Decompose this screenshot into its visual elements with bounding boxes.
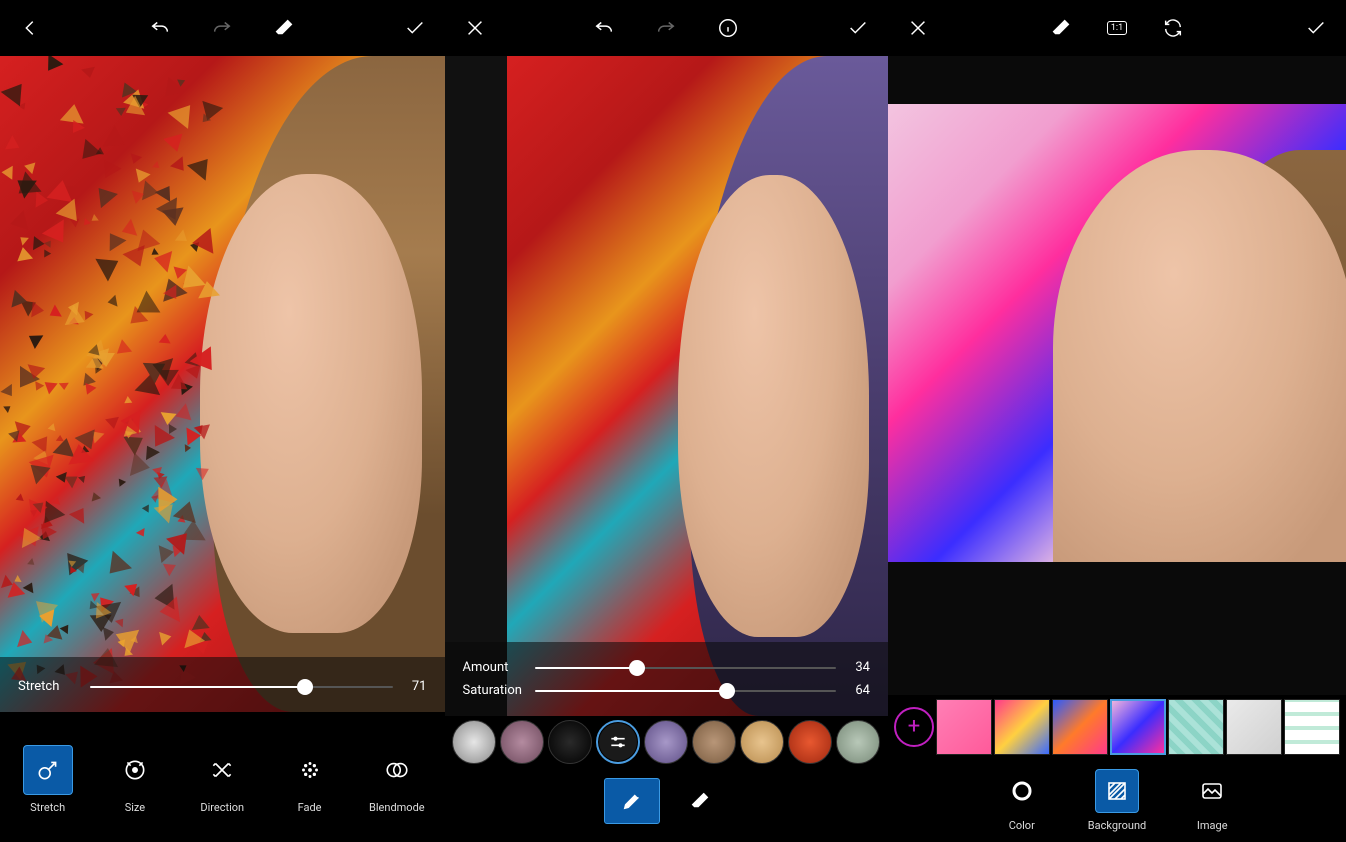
- tool-label: Image: [1197, 819, 1228, 832]
- slider-thumb[interactable]: [629, 660, 645, 676]
- tool-direction[interactable]: Direction: [179, 745, 265, 814]
- image-icon: [1190, 769, 1234, 813]
- stretch-label: Stretch: [18, 679, 78, 694]
- tool-fade[interactable]: Fade: [267, 745, 353, 814]
- background-thumbnail-strip: +: [888, 695, 1346, 759]
- brush-erase-row: [445, 768, 889, 842]
- direction-icon: [197, 745, 247, 795]
- swatch-gold[interactable]: [740, 720, 784, 764]
- tool-label: Direction: [200, 801, 244, 814]
- tool-image[interactable]: Image: [1190, 769, 1234, 832]
- saturation-value: 64: [848, 683, 870, 698]
- bottom-toolbar: Color Background Image: [888, 759, 1346, 842]
- blendmode-icon: [372, 745, 422, 795]
- brush-button[interactable]: [604, 778, 660, 824]
- eraser-icon[interactable]: [262, 6, 306, 50]
- slider-thumb[interactable]: [297, 679, 313, 695]
- swatch-adjust[interactable]: [596, 720, 640, 764]
- swatch-black[interactable]: [548, 720, 592, 764]
- eraser-icon[interactable]: [1039, 6, 1083, 50]
- swatch-sage[interactable]: [836, 720, 880, 764]
- bg-thumb-mint-pattern[interactable]: [1168, 699, 1224, 755]
- refresh-icon[interactable]: [1151, 6, 1195, 50]
- confirm-check-icon[interactable]: [1294, 6, 1338, 50]
- tool-label: Stretch: [30, 801, 65, 814]
- close-icon[interactable]: [896, 6, 940, 50]
- preview-image: [0, 56, 445, 712]
- slider-thumb[interactable]: [719, 683, 735, 699]
- aspect-ratio-icon[interactable]: 1:1: [1095, 6, 1139, 50]
- confirm-check-icon[interactable]: [836, 6, 880, 50]
- undo-icon[interactable]: [582, 6, 626, 50]
- preview-image: [888, 104, 1346, 562]
- plus-icon: +: [908, 716, 920, 738]
- circle-icon: [1000, 769, 1044, 813]
- amount-value: 34: [848, 660, 870, 675]
- tool-label: Blendmode: [369, 801, 425, 814]
- tool-label: Background: [1088, 819, 1146, 832]
- stretch-icon: [23, 745, 73, 795]
- slider-overlay: Amount 34 Saturation 64: [445, 642, 889, 716]
- swatch-violet[interactable]: [644, 720, 688, 764]
- canvas-area[interactable]: [888, 56, 1346, 695]
- hatch-icon: [1095, 769, 1139, 813]
- bg-thumb-grey-texture[interactable]: [1226, 699, 1282, 755]
- stretch-slider[interactable]: [90, 686, 393, 688]
- dispersion-effect: [0, 56, 222, 712]
- sliders-icon: [608, 732, 628, 752]
- tool-background[interactable]: Background: [1088, 769, 1146, 832]
- slider-overlay: Stretch 71: [0, 657, 445, 712]
- undo-icon[interactable]: [138, 6, 182, 50]
- tool-label: Size: [125, 801, 145, 814]
- canvas-area[interactable]: Amount 34 Saturation 64: [445, 56, 889, 716]
- tool-stretch[interactable]: Stretch: [5, 745, 91, 814]
- info-icon[interactable]: [706, 6, 750, 50]
- swatch-mauve[interactable]: [500, 720, 544, 764]
- stretch-value: 71: [405, 679, 427, 694]
- canvas-area[interactable]: Stretch 71: [0, 56, 445, 712]
- saturation-slider[interactable]: [535, 690, 837, 692]
- size-icon: [110, 745, 160, 795]
- tool-blendmode[interactable]: Blendmode: [354, 745, 440, 814]
- topbar: [0, 0, 445, 56]
- tool-label: Color: [1009, 819, 1035, 832]
- fade-icon: [285, 745, 335, 795]
- swatch-silver[interactable]: [452, 720, 496, 764]
- redo-icon[interactable]: [200, 6, 244, 50]
- swatch-red[interactable]: [788, 720, 832, 764]
- close-icon[interactable]: [453, 6, 497, 50]
- bg-thumb-pink-blue-paint[interactable]: [1110, 699, 1166, 755]
- confirm-check-icon[interactable]: [393, 6, 437, 50]
- tool-size[interactable]: Size: [92, 745, 178, 814]
- panel-dispersion: Stretch 71 Stretch Size Direction Fade Blend…: [0, 0, 445, 842]
- swatch-bronze[interactable]: [692, 720, 736, 764]
- erase-button[interactable]: [672, 778, 728, 824]
- bg-thumb-blue-orange[interactable]: [1052, 699, 1108, 755]
- color-swatch-row: [445, 716, 889, 768]
- redo-icon[interactable]: [644, 6, 688, 50]
- bg-thumb-white-stripe[interactable]: [1284, 699, 1340, 755]
- topbar: 1:1: [888, 0, 1346, 56]
- add-background-button[interactable]: +: [894, 707, 934, 747]
- saturation-label: Saturation: [463, 683, 523, 698]
- preview-image: [507, 56, 888, 716]
- amount-slider[interactable]: [535, 667, 837, 669]
- amount-label: Amount: [463, 660, 523, 675]
- back-arrow-icon[interactable]: [8, 6, 52, 50]
- bg-thumb-paint-multi[interactable]: [994, 699, 1050, 755]
- tool-label: Fade: [298, 801, 322, 814]
- panel-haircolor: Amount 34 Saturation 64: [445, 0, 889, 842]
- bg-thumb-pink-banana[interactable]: [936, 699, 992, 755]
- bottom-toolbar: Stretch Size Direction Fade Blendmode: [0, 712, 445, 842]
- panel-background: 1:1 + Color Background Image: [888, 0, 1346, 842]
- tool-color[interactable]: Color: [1000, 769, 1044, 832]
- topbar: [445, 0, 889, 56]
